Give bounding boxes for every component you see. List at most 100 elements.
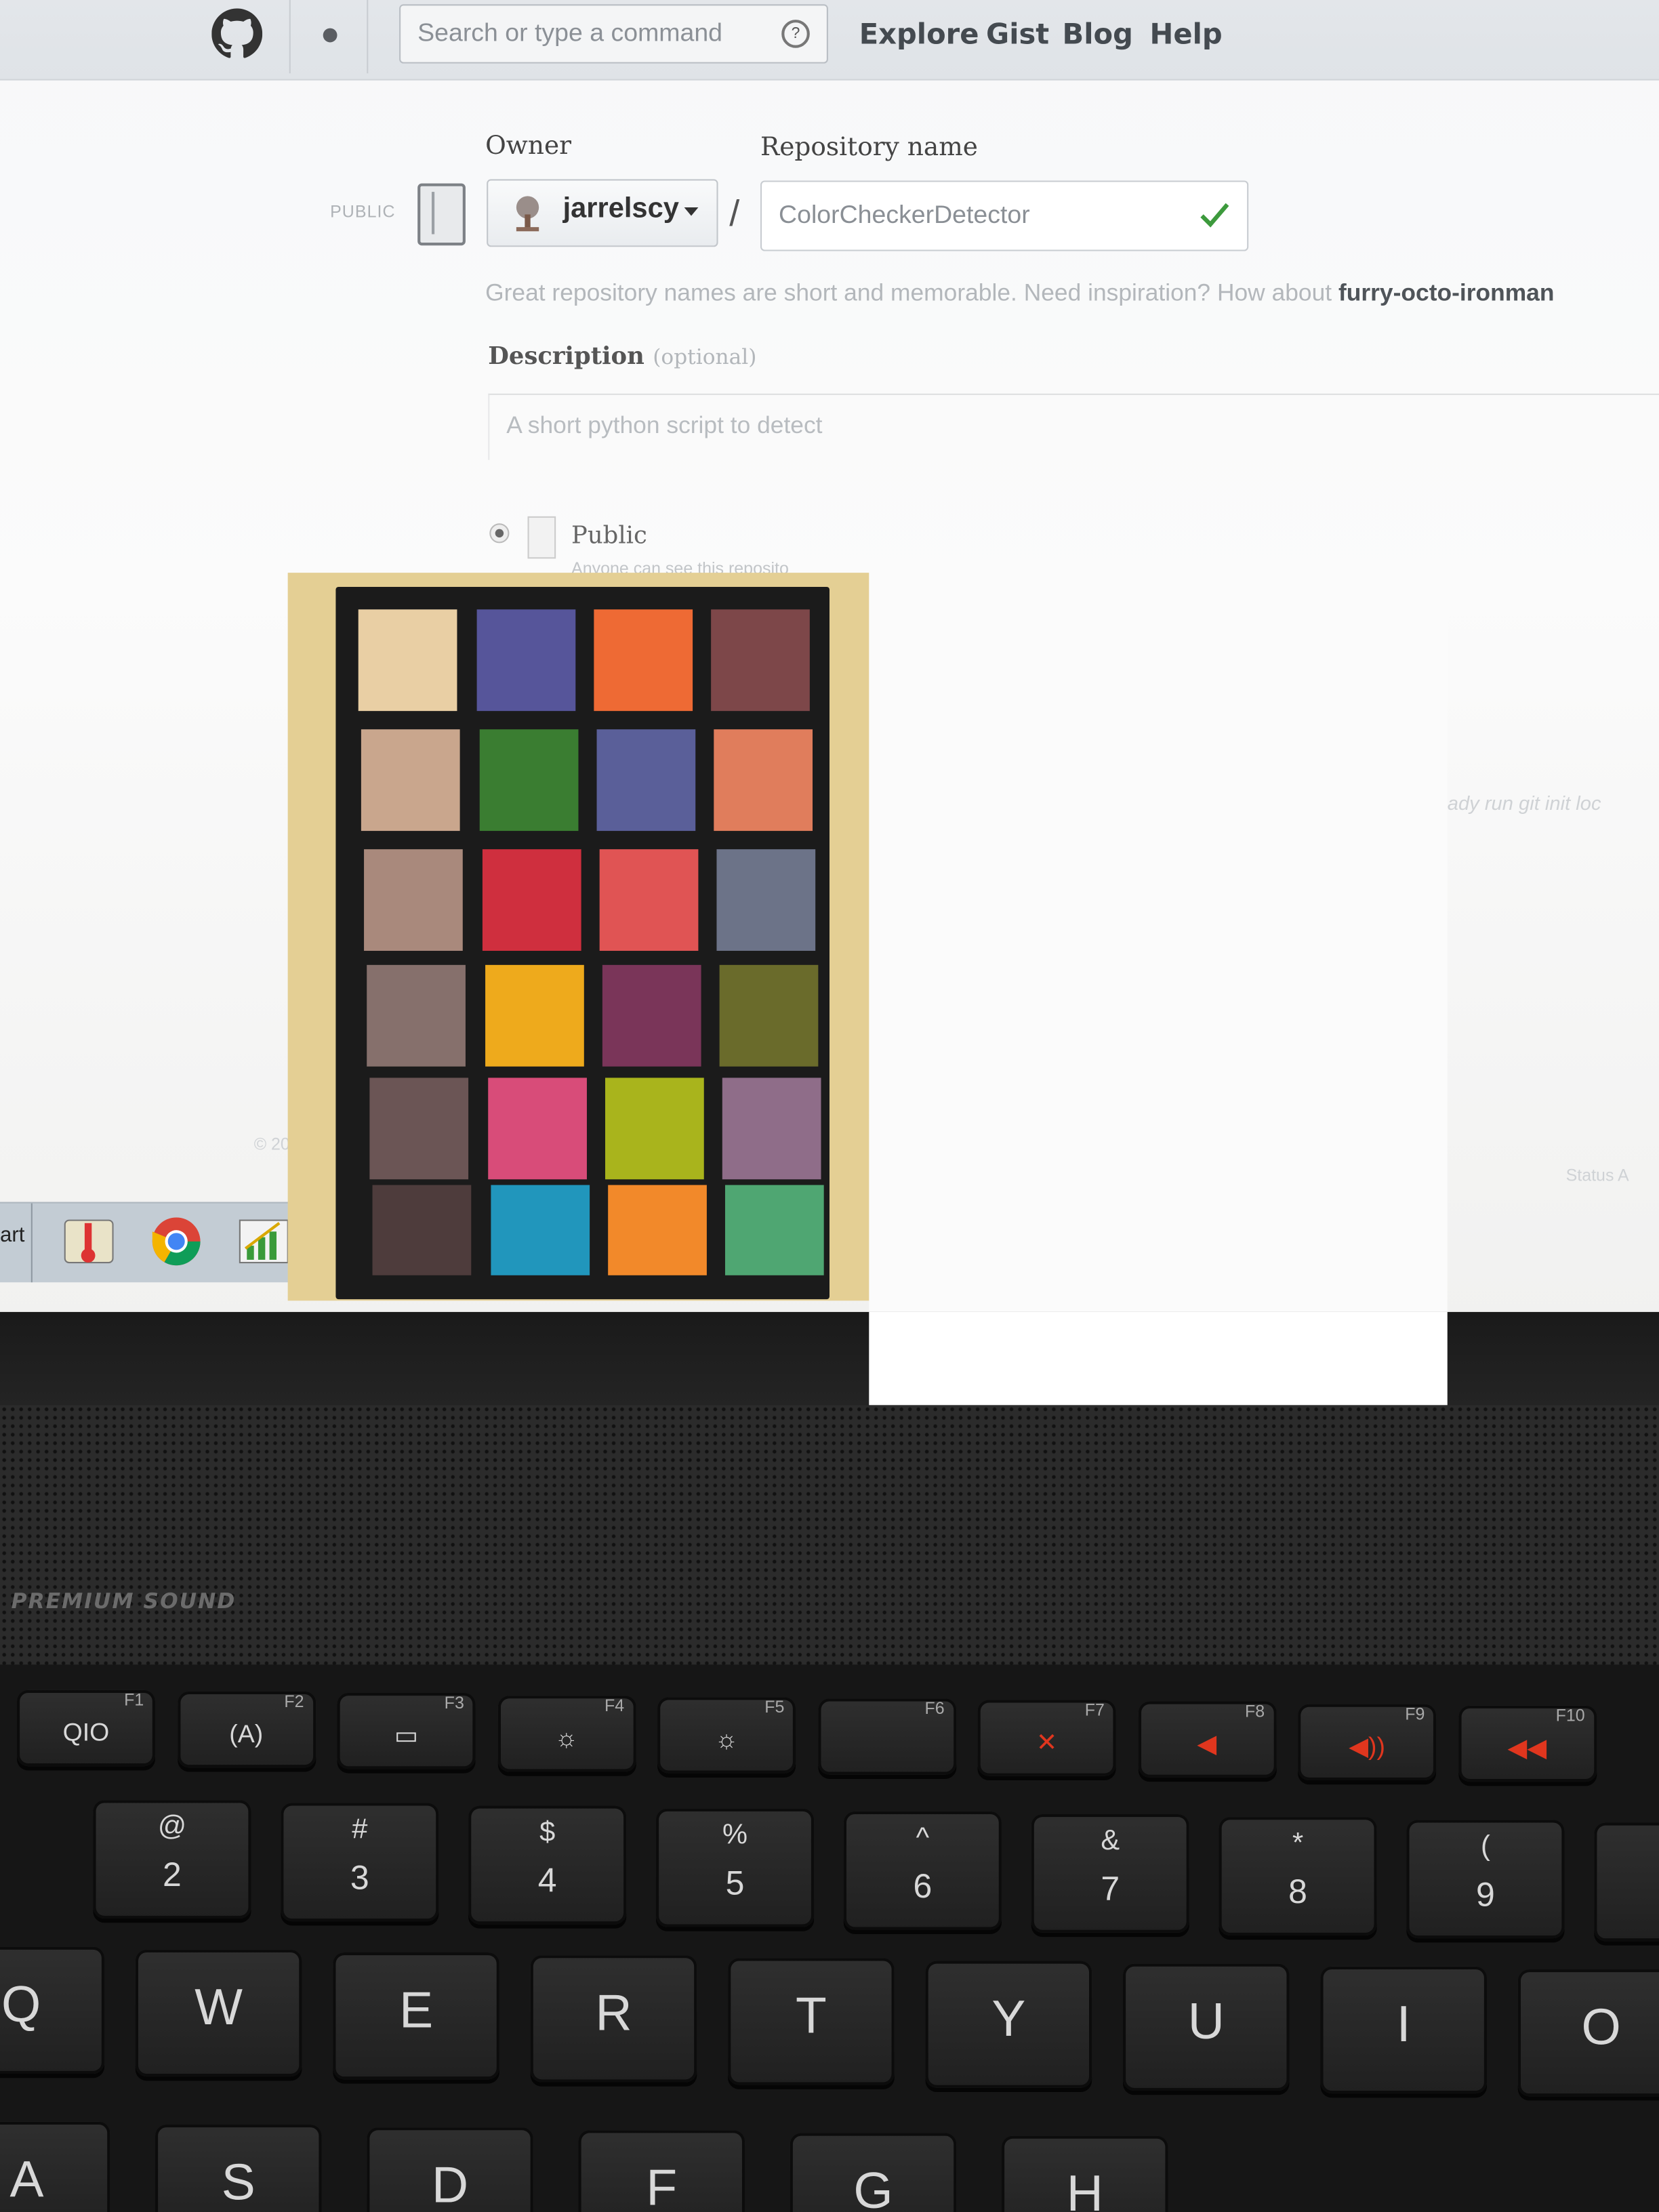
color-patch	[482, 849, 581, 951]
start-button[interactable]: art	[0, 1223, 24, 1247]
function-key[interactable]: F2 (A)	[177, 1692, 316, 1768]
function-key[interactable]: F1 QIO	[16, 1689, 155, 1767]
valid-check-icon	[1200, 203, 1229, 228]
function-key-number: F9	[1405, 1703, 1425, 1723]
nav-help[interactable]: Help	[1150, 17, 1223, 51]
letter-key-label: E	[399, 1980, 434, 2039]
function-key[interactable]: F8 ◀	[1137, 1702, 1276, 1778]
function-key[interactable]: F10 ◀◀	[1458, 1705, 1597, 1782]
nav-gist[interactable]: Gist	[986, 17, 1049, 51]
letter-key[interactable]: T	[728, 1958, 895, 2085]
search-help-icon[interactable]: ?	[781, 20, 810, 48]
color-patch	[711, 609, 810, 712]
color-patch	[714, 729, 813, 832]
owner-repo-separator: /	[729, 192, 740, 234]
color-patch	[372, 1185, 472, 1275]
header-divider	[289, 0, 291, 74]
letter-key-label: G	[853, 2161, 893, 2212]
thermometer-app-icon[interactable]	[62, 1214, 116, 1268]
number-key-digit: 5	[725, 1864, 745, 1904]
letter-key[interactable]: U	[1122, 1963, 1290, 2091]
nav-explore[interactable]: Explore	[859, 17, 979, 51]
number-key[interactable]: $4	[468, 1805, 627, 1925]
function-key-number: F10	[1555, 1705, 1585, 1725]
letter-key[interactable]: I	[1320, 1966, 1488, 2094]
function-key-number: F1	[124, 1689, 144, 1710]
description-value: A short python script to detect	[506, 411, 823, 439]
keyboard-deck: F1 QIO F2 (A) F3 ▭ F4 ☼ F5 ☼ F6 F7 ✕ F8 ◀ F9 ◀)) F10 ◀◀ @2 #…	[0, 1664, 1659, 2212]
function-key[interactable]: F5 ☼	[657, 1696, 796, 1774]
function-key[interactable]: F3 ▭	[337, 1693, 476, 1770]
footer-status-link[interactable]: Status A	[1566, 1165, 1629, 1185]
nav-blog[interactable]: Blog	[1062, 17, 1132, 51]
function-key-label: QIO	[62, 1718, 110, 1747]
function-key-number: F8	[1245, 1702, 1265, 1722]
function-key-label: ✕	[1036, 1728, 1058, 1757]
letter-key[interactable]: O	[1517, 1969, 1659, 2097]
color-patch	[361, 729, 460, 832]
owner-select[interactable]: jarrelscy	[487, 179, 718, 247]
public-radio[interactable]	[489, 523, 510, 544]
color-patch	[608, 1185, 707, 1275]
color-patch	[722, 1078, 821, 1180]
number-key-symbol: @	[157, 1811, 187, 1843]
number-key-digit: 0	[1594, 1879, 1659, 1919]
function-key[interactable]: F7 ✕	[977, 1700, 1116, 1777]
color-checker-board	[335, 586, 830, 1300]
notification-dot-icon[interactable]	[323, 28, 337, 43]
hint-suggestion-link[interactable]: furry-octo-ironman	[1338, 279, 1554, 306]
number-key[interactable]: (9	[1406, 1820, 1565, 1939]
chrome-icon[interactable]	[150, 1214, 203, 1268]
number-key[interactable]: % 5	[655, 1808, 815, 1927]
color-patch	[367, 964, 466, 1067]
number-key[interactable]: )0	[1594, 1822, 1659, 1942]
letter-key[interactable]: A	[0, 2121, 110, 2212]
letter-key[interactable]: W	[135, 1949, 302, 2077]
letter-key[interactable]: Y	[925, 1961, 1092, 2088]
letter-key[interactable]: F	[578, 2130, 745, 2212]
number-key[interactable]: & 7	[1031, 1814, 1189, 1933]
color-patch	[364, 849, 463, 951]
function-key-label: ☼	[554, 1723, 578, 1752]
color-checker-card	[287, 573, 869, 1301]
color-patch	[476, 609, 576, 712]
number-key-digit: 8	[1288, 1873, 1307, 1912]
letter-key[interactable]: S	[155, 2124, 322, 2212]
function-key-number: F6	[924, 1698, 945, 1719]
color-patch	[602, 964, 701, 1067]
letter-key[interactable]: E	[333, 1952, 499, 2080]
function-key[interactable]: F6	[817, 1698, 956, 1775]
caret-down-icon	[684, 207, 699, 216]
number-key[interactable]: @2	[93, 1800, 251, 1919]
color-patch	[491, 1185, 590, 1275]
function-key[interactable]: F9 ◀))	[1298, 1703, 1437, 1780]
number-key-symbol: *	[1292, 1828, 1304, 1860]
letter-key[interactable]: G	[790, 2133, 957, 2212]
letter-key-label: F	[646, 2158, 678, 2212]
chart-app-icon[interactable]	[237, 1214, 291, 1268]
letter-key[interactable]: R	[530, 1955, 697, 2083]
color-patch	[358, 609, 457, 712]
number-key-symbol: (	[1480, 1830, 1490, 1862]
letter-key-label: U	[1187, 1992, 1225, 2050]
letter-key[interactable]: Q	[0, 1946, 105, 2074]
color-patch	[719, 964, 819, 1067]
owner-label: Owner	[485, 131, 572, 161]
function-key[interactable]: F4 ☼	[497, 1695, 636, 1771]
description-input[interactable]: A short python script to detect	[488, 393, 1659, 460]
number-key[interactable]: * 8	[1218, 1817, 1377, 1936]
letter-key-label: Q	[1, 1975, 41, 2033]
number-key[interactable]: ^ 6	[843, 1811, 1002, 1930]
owner-name: jarrelscy	[562, 193, 679, 224]
number-key-symbol: )	[1594, 1834, 1659, 1866]
color-patch	[716, 849, 816, 951]
github-octocat-icon[interactable]	[211, 8, 263, 59]
search-placeholder: Search or type a command	[417, 18, 723, 47]
search-input[interactable]: Search or type a command ?	[399, 4, 828, 64]
git-init-hint: ady run git init loc	[1447, 791, 1601, 815]
repository-name-input[interactable]: ColorCheckerDetector	[760, 180, 1249, 251]
number-key[interactable]: #3	[281, 1803, 439, 1922]
letter-key[interactable]: H	[1001, 2135, 1168, 2212]
color-patch	[485, 964, 584, 1067]
letter-key[interactable]: D	[367, 2127, 533, 2212]
